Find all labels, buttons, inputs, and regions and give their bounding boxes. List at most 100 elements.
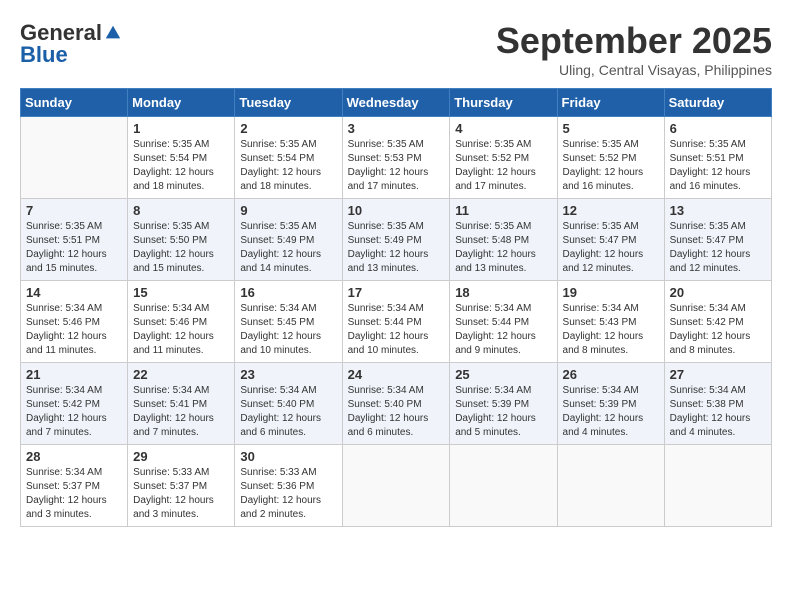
- calendar-cell: 26 Sunrise: 5:34 AM Sunset: 5:39 PM Dayli…: [557, 363, 664, 445]
- calendar-week-row: 28Sunrise: 5:34 AM Sunset: 5:37 PM Dayli…: [21, 445, 772, 527]
- day-info: Sunrise: 5:35 AM Sunset: 5:49 PM Dayligh…: [348, 220, 445, 276]
- calendar-cell: 25 Sunrise: 5:34 AM Sunset: 5:39 PM Dayli…: [450, 363, 557, 445]
- day-number: 13: [670, 203, 766, 218]
- location-title: Uling, Central Visayas, Philippines: [496, 62, 772, 78]
- day-number: 26: [563, 367, 659, 382]
- day-info: Sunrise: 5:34 AM Sunset: 5:39 PM Dayligh…: [455, 384, 551, 440]
- calendar-cell: [557, 445, 664, 527]
- calendar-cell: [450, 445, 557, 527]
- calendar-cell: 24 Sunrise: 5:34 AM Sunset: 5:40 PM Dayli…: [342, 363, 450, 445]
- calendar-cell: 29 Sunrise: 5:33 AM Sunset: 5:37 PM Dayli…: [128, 445, 235, 527]
- calendar-cell: 9 Sunrise: 5:35 AM Sunset: 5:49 PM Daylig…: [235, 199, 342, 281]
- calendar-cell: 5 Sunrise: 5:35 AM Sunset: 5:52 PM Daylig…: [557, 117, 664, 199]
- calendar-cell: [664, 445, 771, 527]
- calendar-cell: 10 Sunrise: 5:35 AM Sunset: 5:49 PM Dayli…: [342, 199, 450, 281]
- day-info: Sunrise: 5:34 AM Sunset: 5:42 PM Dayligh…: [670, 302, 766, 358]
- day-info: Sunrise: 5:35 AM Sunset: 5:52 PM Dayligh…: [563, 138, 659, 194]
- calendar-cell: 6 Sunrise: 5:35 AM Sunset: 5:51 PM Daylig…: [664, 117, 771, 199]
- day-number: 14: [26, 285, 122, 300]
- day-number: 19: [563, 285, 659, 300]
- day-number: 15: [133, 285, 229, 300]
- calendar-header-tuesday: Tuesday: [235, 89, 342, 117]
- day-info: Sunrise: 5:34 AM Sunset: 5:43 PM Dayligh…: [563, 302, 659, 358]
- calendar-header-saturday: Saturday: [664, 89, 771, 117]
- day-info: Sunrise: 5:34 AM Sunset: 5:40 PM Dayligh…: [240, 384, 336, 440]
- calendar-cell: 22 Sunrise: 5:34 AM Sunset: 5:41 PM Dayli…: [128, 363, 235, 445]
- day-info: Sunrise: 5:34 AM Sunset: 5:46 PM Dayligh…: [133, 302, 229, 358]
- day-number: 7: [26, 203, 122, 218]
- calendar-cell: 8 Sunrise: 5:35 AM Sunset: 5:50 PM Daylig…: [128, 199, 235, 281]
- day-number: 20: [670, 285, 766, 300]
- calendar-cell: 4 Sunrise: 5:35 AM Sunset: 5:52 PM Daylig…: [450, 117, 557, 199]
- day-number: 2: [240, 121, 336, 136]
- day-number: 25: [455, 367, 551, 382]
- calendar-header-friday: Friday: [557, 89, 664, 117]
- calendar-cell: 17Sunrise: 5:34 AM Sunset: 5:44 PM Dayli…: [342, 281, 450, 363]
- calendar-cell: 28Sunrise: 5:34 AM Sunset: 5:37 PM Dayli…: [21, 445, 128, 527]
- day-info: Sunrise: 5:35 AM Sunset: 5:47 PM Dayligh…: [670, 220, 766, 276]
- day-info: Sunrise: 5:34 AM Sunset: 5:38 PM Dayligh…: [670, 384, 766, 440]
- day-number: 30: [240, 449, 336, 464]
- day-info: Sunrise: 5:35 AM Sunset: 5:53 PM Dayligh…: [348, 138, 445, 194]
- logo: General Blue: [20, 20, 122, 68]
- day-number: 6: [670, 121, 766, 136]
- day-info: Sunrise: 5:35 AM Sunset: 5:52 PM Dayligh…: [455, 138, 551, 194]
- calendar-header-row: SundayMondayTuesdayWednesdayThursdayFrid…: [21, 89, 772, 117]
- calendar-cell: 1 Sunrise: 5:35 AM Sunset: 5:54 PM Daylig…: [128, 117, 235, 199]
- month-title: September 2025: [496, 20, 772, 62]
- day-info: Sunrise: 5:34 AM Sunset: 5:41 PM Dayligh…: [133, 384, 229, 440]
- calendar-cell: 14 Sunrise: 5:34 AM Sunset: 5:46 PM Dayli…: [21, 281, 128, 363]
- page-header: General Blue September 2025 Uling, Centr…: [20, 20, 772, 78]
- calendar-cell: [342, 445, 450, 527]
- calendar-cell: 21Sunrise: 5:34 AM Sunset: 5:42 PM Dayli…: [21, 363, 128, 445]
- day-info: Sunrise: 5:35 AM Sunset: 5:54 PM Dayligh…: [240, 138, 336, 194]
- calendar-cell: [21, 117, 128, 199]
- day-info: Sunrise: 5:35 AM Sunset: 5:48 PM Dayligh…: [455, 220, 551, 276]
- day-info: Sunrise: 5:34 AM Sunset: 5:37 PM Dayligh…: [26, 466, 122, 522]
- calendar-header-sunday: Sunday: [21, 89, 128, 117]
- calendar-header-monday: Monday: [128, 89, 235, 117]
- day-number: 16: [240, 285, 336, 300]
- day-number: 8: [133, 203, 229, 218]
- day-number: 9: [240, 203, 336, 218]
- logo-blue: Blue: [20, 42, 68, 68]
- calendar-week-row: 1 Sunrise: 5:35 AM Sunset: 5:54 PM Daylig…: [21, 117, 772, 199]
- title-block: September 2025 Uling, Central Visayas, P…: [496, 20, 772, 78]
- day-number: 12: [563, 203, 659, 218]
- calendar-week-row: 21Sunrise: 5:34 AM Sunset: 5:42 PM Dayli…: [21, 363, 772, 445]
- calendar-header-wednesday: Wednesday: [342, 89, 450, 117]
- calendar-week-row: 14 Sunrise: 5:34 AM Sunset: 5:46 PM Dayli…: [21, 281, 772, 363]
- day-info: Sunrise: 5:35 AM Sunset: 5:50 PM Dayligh…: [133, 220, 229, 276]
- day-number: 1: [133, 121, 229, 136]
- day-info: Sunrise: 5:33 AM Sunset: 5:37 PM Dayligh…: [133, 466, 229, 522]
- day-info: Sunrise: 5:34 AM Sunset: 5:44 PM Dayligh…: [455, 302, 551, 358]
- day-number: 22: [133, 367, 229, 382]
- day-number: 29: [133, 449, 229, 464]
- day-number: 5: [563, 121, 659, 136]
- calendar-cell: 13 Sunrise: 5:35 AM Sunset: 5:47 PM Dayli…: [664, 199, 771, 281]
- calendar-week-row: 7 Sunrise: 5:35 AM Sunset: 5:51 PM Daylig…: [21, 199, 772, 281]
- day-info: Sunrise: 5:34 AM Sunset: 5:45 PM Dayligh…: [240, 302, 336, 358]
- day-number: 23: [240, 367, 336, 382]
- calendar-cell: 19 Sunrise: 5:34 AM Sunset: 5:43 PM Dayli…: [557, 281, 664, 363]
- day-info: Sunrise: 5:35 AM Sunset: 5:47 PM Dayligh…: [563, 220, 659, 276]
- day-number: 27: [670, 367, 766, 382]
- day-number: 17: [348, 285, 445, 300]
- day-info: Sunrise: 5:34 AM Sunset: 5:46 PM Dayligh…: [26, 302, 122, 358]
- day-info: Sunrise: 5:35 AM Sunset: 5:51 PM Dayligh…: [670, 138, 766, 194]
- calendar-header-thursday: Thursday: [450, 89, 557, 117]
- day-number: 3: [348, 121, 445, 136]
- logo-icon: [104, 24, 122, 42]
- day-number: 24: [348, 367, 445, 382]
- day-info: Sunrise: 5:35 AM Sunset: 5:54 PM Dayligh…: [133, 138, 229, 194]
- day-info: Sunrise: 5:34 AM Sunset: 5:39 PM Dayligh…: [563, 384, 659, 440]
- day-number: 10: [348, 203, 445, 218]
- day-number: 4: [455, 121, 551, 136]
- calendar-cell: 15 Sunrise: 5:34 AM Sunset: 5:46 PM Dayli…: [128, 281, 235, 363]
- calendar-cell: 7 Sunrise: 5:35 AM Sunset: 5:51 PM Daylig…: [21, 199, 128, 281]
- day-number: 18: [455, 285, 551, 300]
- day-info: Sunrise: 5:34 AM Sunset: 5:40 PM Dayligh…: [348, 384, 445, 440]
- day-info: Sunrise: 5:33 AM Sunset: 5:36 PM Dayligh…: [240, 466, 336, 522]
- day-info: Sunrise: 5:35 AM Sunset: 5:49 PM Dayligh…: [240, 220, 336, 276]
- day-info: Sunrise: 5:35 AM Sunset: 5:51 PM Dayligh…: [26, 220, 122, 276]
